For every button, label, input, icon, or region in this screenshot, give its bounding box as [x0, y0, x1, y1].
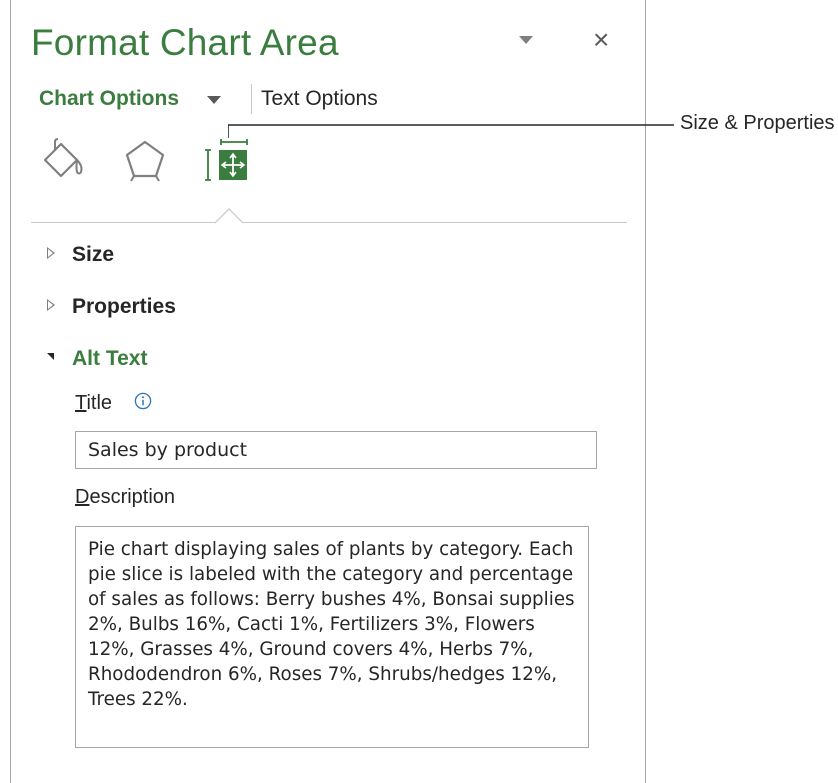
alt-description-label: Description — [75, 486, 175, 509]
callout-leader-line — [228, 124, 674, 138]
alt-description-textarea[interactable]: Pie chart displaying sales of plants by … — [75, 526, 589, 748]
pane-title: Format Chart Area — [31, 22, 339, 63]
size-properties-icon[interactable] — [203, 138, 249, 188]
section-alt-text[interactable]: Alt Text — [47, 347, 147, 371]
alt-title-label-accesskey: T — [75, 392, 87, 414]
format-chart-area-pane: Format Chart Area × Chart Options Text O… — [10, 0, 646, 783]
collapse-arrow-icon — [47, 352, 54, 360]
expand-arrow-icon — [47, 247, 55, 260]
tab-text-options[interactable]: Text Options — [261, 87, 378, 111]
expand-arrow-icon — [47, 299, 55, 312]
options-divider — [31, 222, 627, 223]
effects-icon[interactable] — [123, 138, 167, 182]
section-properties[interactable]: Properties — [47, 295, 176, 319]
section-size[interactable]: Size — [47, 243, 114, 267]
chart-options-dropdown-icon[interactable] — [207, 96, 221, 104]
fill-line-icon[interactable] — [41, 138, 85, 182]
alt-description-label-accesskey: D — [75, 486, 90, 508]
alt-title-input[interactable] — [75, 431, 597, 469]
alt-title-label: Title — [75, 392, 112, 415]
info-icon[interactable] — [134, 392, 152, 410]
alt-title-label-rest: itle — [86, 392, 113, 414]
section-size-label: Size — [72, 243, 115, 266]
close-button[interactable]: × — [593, 26, 609, 54]
section-properties-label: Properties — [72, 295, 176, 318]
tab-chart-options[interactable]: Chart Options — [39, 87, 179, 111]
selected-tab-pointer — [215, 208, 243, 224]
section-alt-text-label: Alt Text — [72, 347, 148, 370]
tab-separator — [251, 84, 252, 114]
pane-options-caret-icon[interactable] — [519, 36, 533, 44]
alt-description-label-rest: escription — [89, 486, 176, 508]
callout-label: Size & Properties — [680, 112, 835, 134]
